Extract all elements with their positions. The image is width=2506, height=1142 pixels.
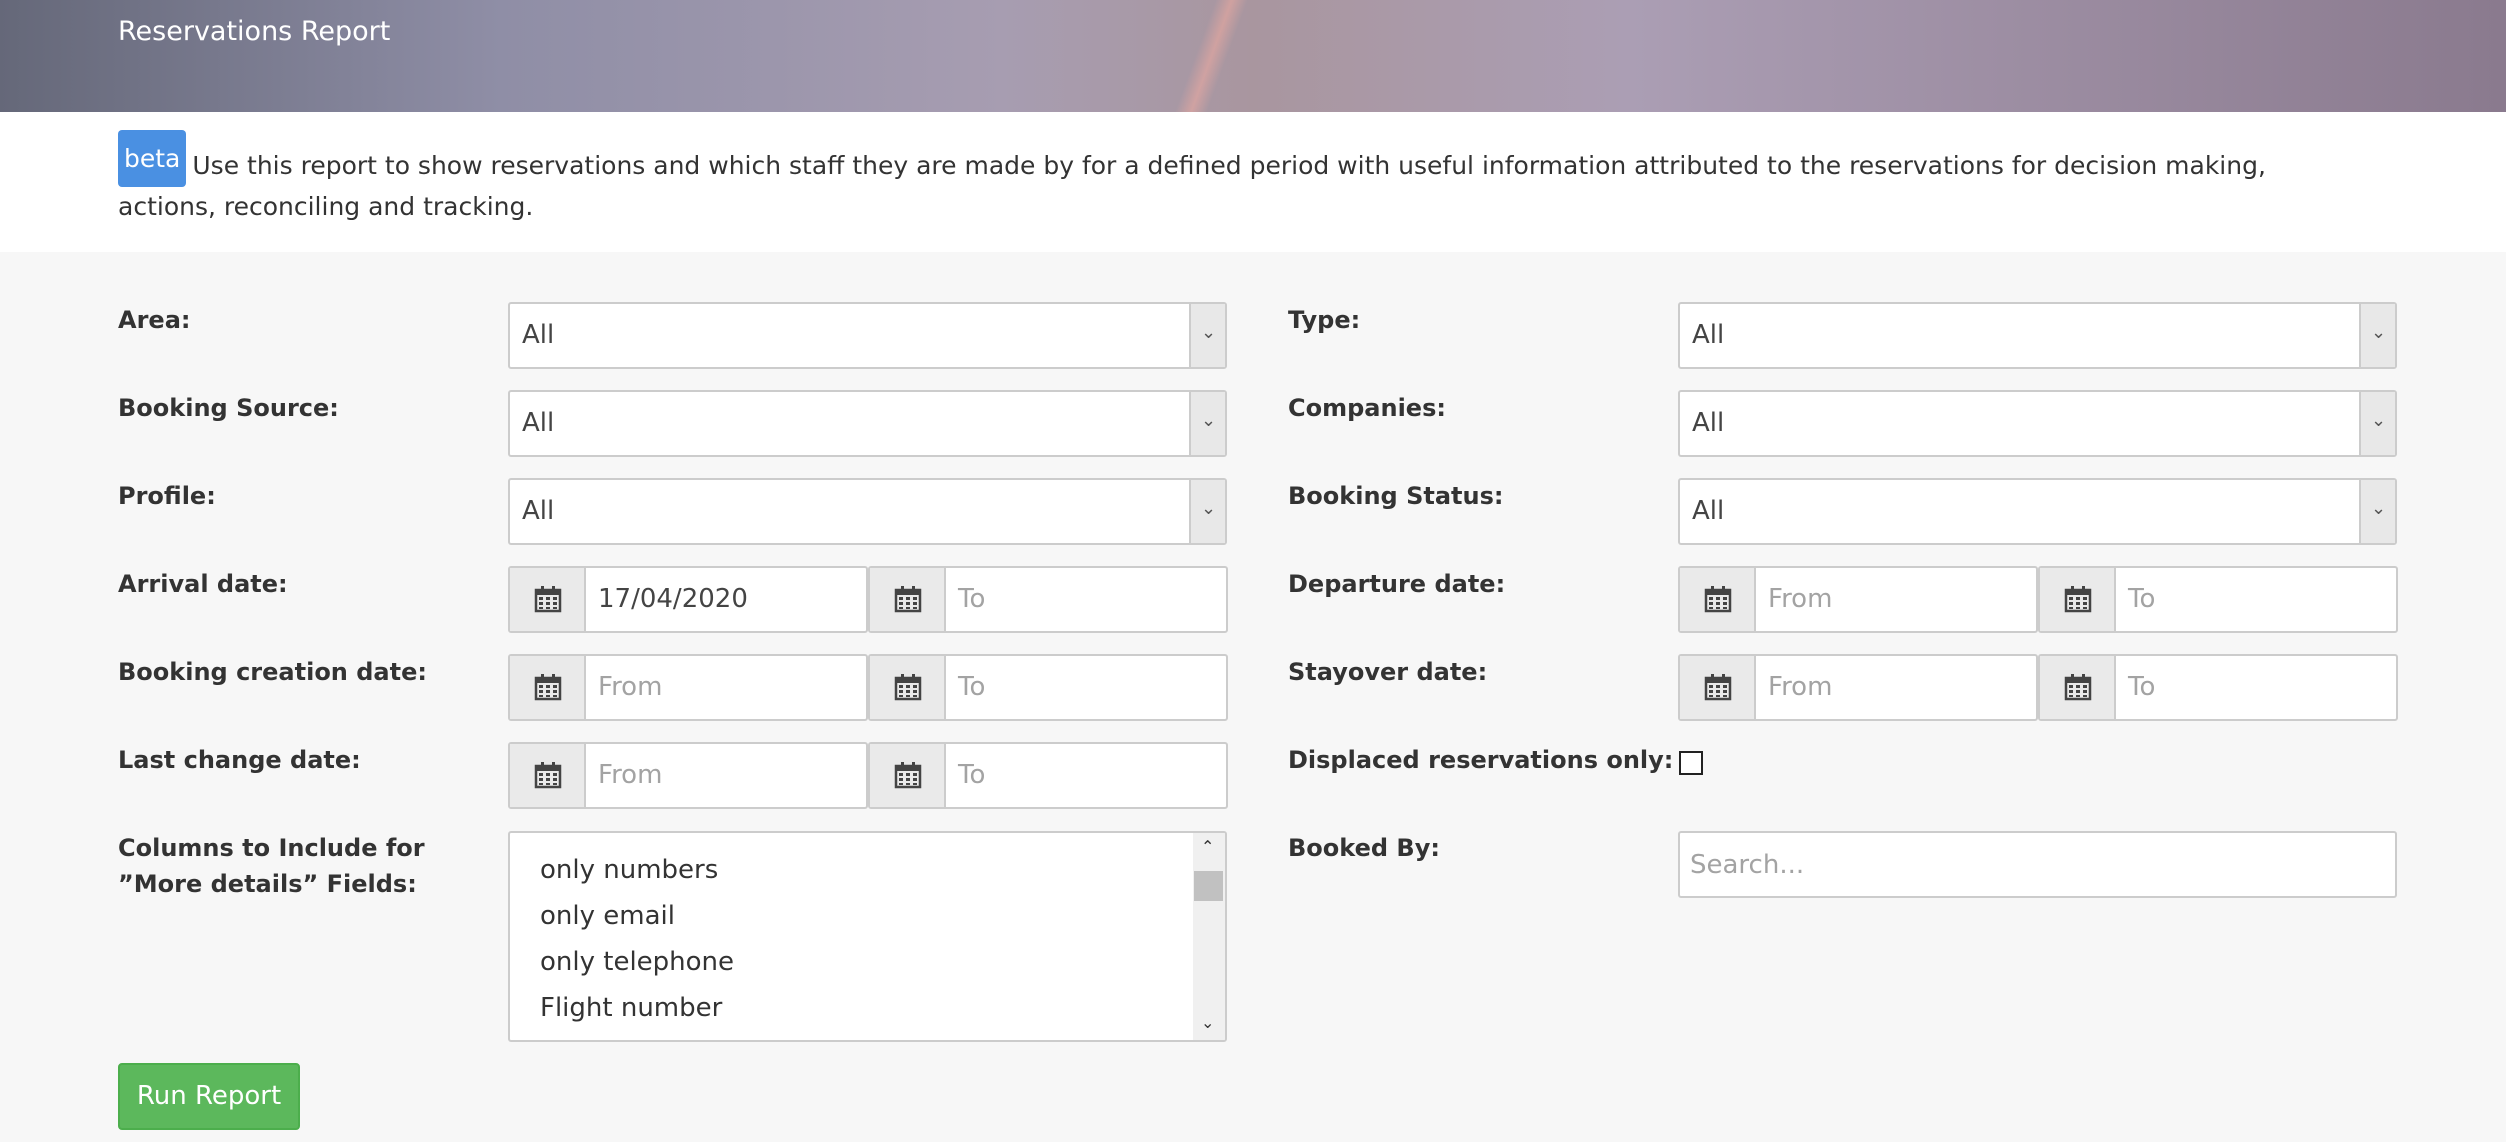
calendar-icon[interactable] <box>510 744 586 807</box>
arrival-date-from[interactable]: 17/04/2020 <box>508 566 868 633</box>
arrival-date-to[interactable]: To <box>868 566 1228 633</box>
list-item[interactable]: only telephone <box>540 939 734 985</box>
booking-source-select[interactable]: All ⌄ <box>508 390 1227 457</box>
departure-date-to[interactable]: To <box>2038 566 2398 633</box>
chevron-down-icon: ⌄ <box>2371 498 2387 519</box>
report-description: Use this report to show reservations and… <box>118 151 2266 221</box>
calendar-icon[interactable] <box>2040 568 2116 631</box>
last-change-date-from[interactable]: From <box>508 742 868 809</box>
area-label: Area: <box>118 306 191 334</box>
columns-multiselect[interactable]: only numbers only email only telephone Flig… <box>508 831 1227 1042</box>
companies-select[interactable]: All ⌄ <box>1678 390 2397 457</box>
chevron-down-icon: ⌄ <box>1201 410 1217 431</box>
booking-status-select[interactable]: All ⌄ <box>1678 478 2397 545</box>
calendar-icon[interactable] <box>1680 656 1756 719</box>
last-change-date-to[interactable]: To <box>868 742 1228 809</box>
profile-select[interactable]: All ⌄ <box>508 478 1227 545</box>
chevron-down-icon: ⌄ <box>2371 410 2387 431</box>
chevron-up-icon[interactable]: ⌃ <box>1201 837 1214 856</box>
booking-source-label: Booking Source: <box>118 394 339 422</box>
list-item[interactable]: only email <box>540 893 734 939</box>
list-item[interactable]: Flight number <box>540 985 734 1031</box>
displaced-only-checkbox[interactable] <box>1679 751 1703 775</box>
type-select[interactable]: All ⌄ <box>1678 302 2397 369</box>
departure-date-from[interactable]: From <box>1678 566 2038 633</box>
type-label: Type: <box>1288 306 1361 334</box>
stayover-date-label: Stayover date: <box>1288 658 1488 686</box>
stayover-date-from[interactable]: From <box>1678 654 2038 721</box>
calendar-icon[interactable] <box>2040 656 2116 719</box>
booking-creation-date-to[interactable]: To <box>868 654 1228 721</box>
run-report-button[interactable]: Run Report <box>118 1063 300 1130</box>
chevron-down-icon: ⌄ <box>2371 322 2387 343</box>
chevron-down-icon: ⌄ <box>1201 322 1217 343</box>
companies-label: Companies: <box>1288 394 1446 422</box>
arrival-date-label: Arrival date: <box>118 570 288 598</box>
page-title: Reservations Report <box>118 16 391 47</box>
chevron-down-icon: ⌄ <box>1201 498 1217 519</box>
calendar-icon[interactable] <box>870 744 946 807</box>
booked-by-search-input[interactable]: Search... <box>1678 831 2397 898</box>
scrollbar[interactable]: ⌃ ⌄ <box>1193 833 1225 1040</box>
beta-badge: beta <box>118 129 187 187</box>
booked-by-label: Booked By: <box>1288 834 1440 862</box>
displaced-only-label: Displaced reservations only: <box>1288 746 1674 774</box>
columns-label: Columns to Include for ”More details” Fi… <box>118 834 425 898</box>
stayover-date-to[interactable]: To <box>2038 654 2398 721</box>
calendar-icon[interactable] <box>1680 568 1756 631</box>
booking-status-label: Booking Status: <box>1288 482 1504 510</box>
calendar-icon[interactable] <box>510 568 586 631</box>
list-item[interactable]: only numbers <box>540 847 734 893</box>
departure-date-label: Departure date: <box>1288 570 1506 598</box>
chevron-down-icon[interactable]: ⌄ <box>1201 1013 1214 1032</box>
page-header: Reservations Report <box>0 0 2506 112</box>
calendar-icon[interactable] <box>510 656 586 719</box>
profile-label: Profile: <box>118 482 216 510</box>
area-select[interactable]: All ⌄ <box>508 302 1227 369</box>
scrollbar-thumb[interactable] <box>1194 871 1223 901</box>
last-change-date-label: Last change date: <box>118 746 361 774</box>
calendar-icon[interactable] <box>870 656 946 719</box>
booking-creation-date-from[interactable]: From <box>508 654 868 721</box>
info-panel: beta Use this report to show reservations… <box>0 112 2506 252</box>
booking-creation-date-label: Booking creation date: <box>118 658 427 686</box>
calendar-icon[interactable] <box>870 568 946 631</box>
